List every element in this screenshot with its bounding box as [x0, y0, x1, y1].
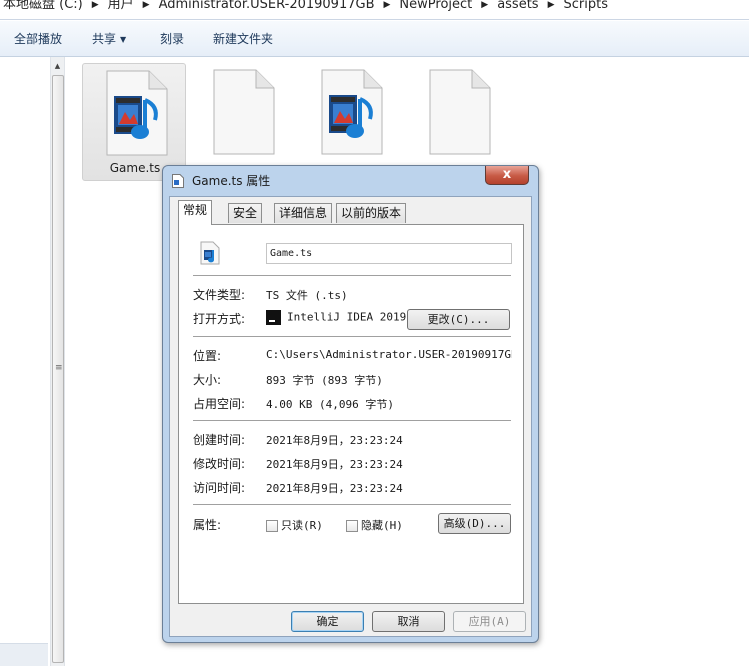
breadcrumb-arrow-icon[interactable]: ▶ — [542, 0, 561, 15]
breadcrumb: 本地磁盘 (C:) ▶ 用户 ▶ Administrator.USER-20190917… — [0, 0, 611, 15]
attributes-label: 属性: — [193, 518, 222, 532]
breadcrumb-item-user[interactable]: Administrator.USER-20190917GB — [156, 0, 378, 15]
tab-security[interactable]: 安全 — [228, 203, 263, 223]
created-value: 2021年8月9日，23:23:24 — [266, 434, 403, 447]
command-toolbar: 全部播放 共享 ▼ 刻录 新建文件夹 — [0, 21, 749, 57]
address-bar[interactable]: 本地磁盘 (C:) ▶ 用户 ▶ Administrator.USER-20190917… — [0, 0, 749, 20]
new-folder-button[interactable]: 新建文件夹 — [213, 31, 273, 47]
blank-file-icon — [429, 69, 491, 155]
breadcrumb-arrow-icon[interactable]: ▶ — [378, 0, 397, 15]
file-name-input[interactable]: Game.ts — [266, 243, 512, 264]
breadcrumb-item-assets[interactable]: assets — [494, 0, 541, 15]
size-on-disk-value: 4.00 KB (4,096 字节) — [266, 398, 394, 411]
share-button[interactable]: 共享 ▼ — [92, 31, 126, 48]
share-button-label: 共享 — [92, 32, 117, 46]
file-icon — [172, 174, 184, 188]
dialog-titlebar[interactable]: Game.ts 属性 x — [163, 166, 538, 194]
size-on-disk-label: 占用空间: — [193, 397, 246, 411]
created-label: 创建时间: — [193, 433, 246, 447]
breadcrumb-arrow-icon[interactable]: ▶ — [475, 0, 494, 15]
dialog-title: Game.ts 属性 — [192, 174, 271, 188]
breadcrumb-item-users[interactable]: 用户 — [105, 0, 137, 15]
dropdown-arrow-icon: ▼ — [120, 34, 127, 44]
grip-icon: ≡ — [55, 363, 63, 373]
opens-with-app-name: IntelliJ IDEA 2019. — [287, 310, 413, 324]
location-label: 位置: — [193, 349, 222, 363]
file-type-label: 文件类型: — [193, 288, 246, 302]
change-button[interactable]: 更改(C)... — [407, 309, 510, 330]
opens-with-label: 打开方式: — [193, 312, 246, 326]
breadcrumb-item-drive[interactable]: 本地磁盘 (C:) — [0, 0, 86, 15]
tab-general[interactable]: 常规 — [178, 200, 213, 225]
nav-pane-vertical-scrollbar[interactable]: ▲ ≡ — [50, 57, 65, 666]
tab-previous-versions[interactable]: 以前的版本 — [336, 203, 407, 223]
file-type-value: TS 文件 (.ts) — [266, 289, 348, 302]
tab-details[interactable]: 详细信息 — [274, 203, 333, 223]
separator — [193, 336, 511, 337]
file-tile[interactable] — [406, 63, 510, 181]
media-file-icon — [321, 69, 383, 155]
properties-dialog: Game.ts 属性 x 常规 安全 详细信息 以前的版本 Game.ts 文件… — [162, 165, 539, 643]
close-icon: x — [502, 167, 512, 182]
file-tile[interactable] — [190, 63, 294, 181]
opens-with-value: IntelliJ IDEA 2019. — [266, 310, 413, 325]
play-all-button[interactable]: 全部播放 — [14, 31, 62, 47]
general-tab-panel: Game.ts 文件类型: TS 文件 (.ts) 打开方式: IntelliJ… — [178, 224, 524, 604]
media-file-icon — [106, 70, 168, 156]
modified-value: 2021年8月9日，23:23:24 — [266, 458, 403, 471]
apply-button[interactable]: 应用(A) — [453, 611, 526, 632]
accessed-value: 2021年8月9日，23:23:24 — [266, 482, 403, 495]
cancel-button[interactable]: 取消 — [372, 611, 445, 632]
navigation-pane — [0, 57, 50, 666]
advanced-button[interactable]: 高级(D)... — [438, 513, 511, 534]
scrollbar-thumb[interactable]: ≡ — [52, 75, 64, 663]
checkbox-box[interactable] — [266, 520, 278, 532]
modified-label: 修改时间: — [193, 457, 246, 471]
ok-button[interactable]: 确定 — [291, 611, 364, 632]
media-file-icon — [200, 241, 220, 265]
burn-button[interactable]: 刻录 — [160, 31, 184, 47]
location-value: C:\Users\Administrator.USER-20190917GB\N… — [266, 348, 512, 361]
separator — [193, 420, 511, 421]
navigation-pane-scrollbar[interactable] — [0, 643, 48, 666]
file-tile[interactable] — [298, 63, 402, 181]
checkbox-box[interactable] — [346, 520, 358, 532]
hidden-label: 隐藏(H) — [361, 519, 403, 532]
file-tile-game-ts[interactable]: Game.ts — [82, 63, 186, 181]
dialog-body: 常规 安全 详细信息 以前的版本 Game.ts 文件类型: TS 文件 (.t… — [169, 196, 532, 637]
breadcrumb-arrow-icon[interactable]: ▶ — [86, 0, 105, 15]
size-value: 893 字节 (893 字节) — [266, 374, 383, 387]
readonly-label: 只读(R) — [281, 519, 323, 532]
breadcrumb-item-scripts[interactable]: Scripts — [561, 0, 611, 15]
separator — [193, 275, 511, 276]
scroll-up-arrow-icon[interactable]: ▲ — [51, 59, 64, 73]
blank-file-icon — [213, 69, 275, 155]
accessed-label: 访问时间: — [193, 481, 246, 495]
hidden-checkbox[interactable]: 隐藏(H) — [346, 517, 403, 533]
close-button[interactable]: x — [485, 166, 529, 185]
breadcrumb-arrow-icon[interactable]: ▶ — [137, 0, 156, 15]
separator — [193, 504, 511, 505]
intellij-idea-icon — [266, 310, 281, 325]
readonly-checkbox[interactable]: 只读(R) — [266, 517, 323, 533]
size-label: 大小: — [193, 373, 222, 387]
breadcrumb-item-project[interactable]: NewProject — [396, 0, 475, 15]
